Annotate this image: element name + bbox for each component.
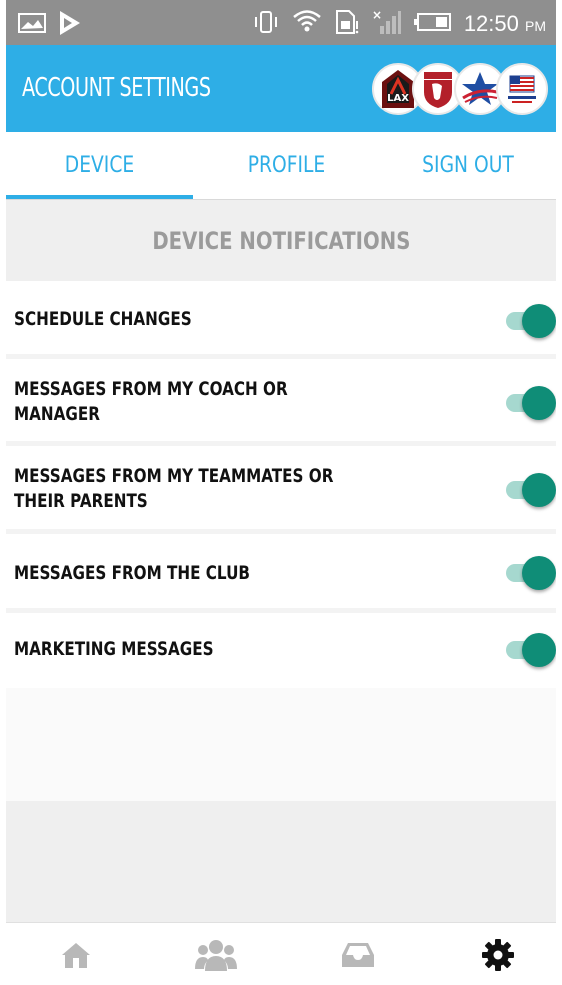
status-bar: × 12:50 PM bbox=[6, 0, 556, 45]
club-logo-soccer[interactable] bbox=[496, 63, 548, 115]
notification-row-marketing: MARKETING MESSAGES bbox=[6, 613, 556, 688]
notification-label: MESSAGES FROM THE CLUB bbox=[14, 562, 251, 584]
notification-label: MESSAGES FROM MY COACH OR MANAGER bbox=[14, 378, 288, 425]
vibrate-icon bbox=[252, 10, 280, 38]
notification-label: MESSAGES FROM MY TEAMMATES OR THEIR PARE… bbox=[14, 465, 334, 512]
svg-text:×: × bbox=[372, 8, 382, 22]
coach-messages-toggle[interactable] bbox=[506, 385, 556, 420]
schedule-changes-toggle[interactable] bbox=[506, 303, 556, 338]
section-heading: DEVICE NOTIFICATIONS bbox=[6, 200, 556, 281]
lax-logo-text: LAX bbox=[387, 93, 409, 104]
nav-inbox[interactable] bbox=[328, 935, 388, 979]
active-tab-indicator bbox=[6, 195, 193, 199]
notification-row-club: MESSAGES FROM THE CLUB bbox=[6, 534, 556, 613]
home-icon bbox=[61, 941, 91, 973]
club-logos: LAX bbox=[372, 63, 548, 115]
play-store-icon bbox=[58, 10, 82, 40]
app-header: ACCOUNT SETTINGS LAX bbox=[6, 45, 556, 132]
nav-home[interactable] bbox=[46, 935, 106, 979]
notification-label: MARKETING MESSAGES bbox=[14, 638, 214, 660]
notification-row-teammates: MESSAGES FROM MY TEAMMATES OR THEIR PARE… bbox=[6, 446, 556, 534]
app-frame: × 12:50 PM ACCOUNT SETTINGS LAX DEVICE P… bbox=[6, 0, 556, 985]
gallery-icon bbox=[18, 12, 46, 38]
inbox-icon bbox=[340, 941, 376, 973]
footer-spacer bbox=[6, 801, 556, 922]
battery-icon bbox=[413, 12, 452, 36]
bottom-navigation bbox=[6, 922, 556, 985]
notification-row-coach: MESSAGES FROM MY COACH OR MANAGER bbox=[6, 359, 556, 446]
empty-space bbox=[6, 688, 556, 801]
notification-row-schedule: SCHEDULE CHANGES bbox=[6, 281, 556, 359]
status-time: 12:50 PM bbox=[463, 11, 546, 36]
team-icon bbox=[194, 938, 238, 976]
nav-settings[interactable] bbox=[468, 935, 528, 979]
tab-device[interactable]: DEVICE bbox=[20, 132, 179, 199]
tab-sign-out[interactable]: SIGN OUT bbox=[393, 132, 543, 199]
gear-icon bbox=[481, 938, 515, 976]
sim-icon bbox=[334, 9, 360, 39]
section-title: DEVICE NOTIFICATIONS bbox=[151, 226, 411, 255]
page-title: ACCOUNT SETTINGS bbox=[22, 73, 211, 103]
nav-team[interactable] bbox=[186, 935, 246, 979]
settings-tabs: DEVICE PROFILE SIGN OUT bbox=[6, 132, 556, 200]
no-signal-icon: × bbox=[372, 8, 402, 40]
teammates-messages-toggle[interactable] bbox=[506, 472, 556, 507]
notification-label: SCHEDULE CHANGES bbox=[14, 308, 192, 330]
wifi-icon bbox=[292, 8, 322, 40]
club-messages-toggle[interactable] bbox=[506, 555, 556, 590]
marketing-messages-toggle[interactable] bbox=[506, 632, 556, 667]
tab-profile[interactable]: PROFILE bbox=[207, 132, 366, 199]
